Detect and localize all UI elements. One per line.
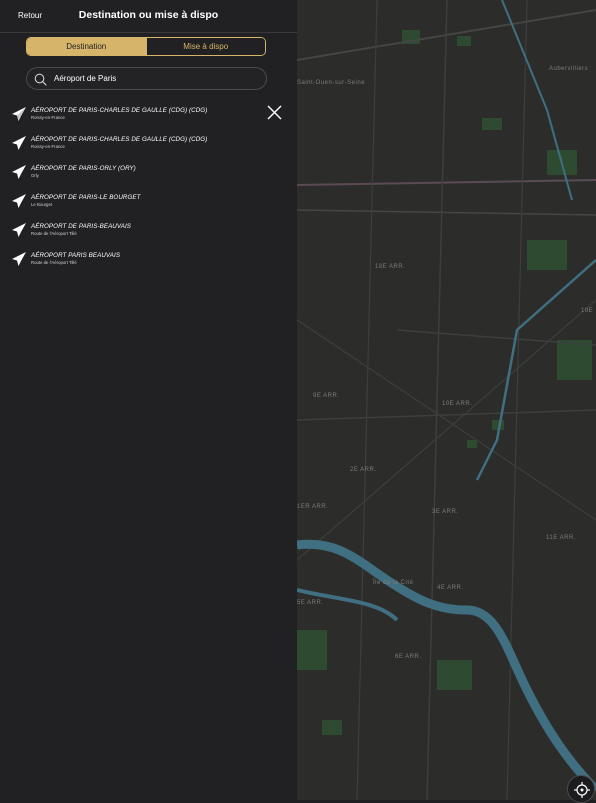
airplane-icon [12, 223, 26, 237]
search-panel: Retour Destination ou mise à dispo Desti… [0, 0, 297, 800]
map-view[interactable]: Saint-Ouen-sur-Seine Aubervilliers 18E A… [297, 0, 596, 800]
result-subtitle: Le Bourget [31, 202, 53, 207]
airplane-icon [12, 107, 26, 121]
list-item[interactable]: AÉROPORT PARIS BEAUVAIS Route de l'Aérop… [0, 247, 297, 276]
list-item[interactable]: AÉROPORT DE PARIS-LE BOURGET Le Bourget [0, 189, 297, 218]
tab-mise-a-dispo[interactable]: Mise à dispo [145, 38, 265, 55]
map-label: 18E ARR. [375, 264, 406, 270]
map-label: 4E ARR. [437, 585, 464, 591]
result-name: AÉROPORT DE PARIS-CHARLES DE GAULLE (CDG… [31, 136, 208, 143]
map-label: 1ER ARR. [297, 504, 329, 510]
page-title: Destination ou mise à dispo [78, 9, 219, 21]
list-item[interactable]: AÉROPORT DE PARIS-CHARLES DE GAULLE (CDG… [0, 131, 297, 160]
map-label: 19E [581, 308, 594, 314]
segmented-control: Destination Mise à dispo [26, 37, 266, 56]
list-item[interactable]: AÉROPORT DE PARIS-BEAUVAIS Route de l'Aé… [0, 218, 297, 247]
map-background [297, 0, 596, 800]
airplane-icon [12, 165, 26, 179]
map-label: 10E ARR. [442, 401, 473, 407]
map-label: 9E ARR. [313, 393, 340, 399]
result-name: AÉROPORT DE PARIS-ORLY (ORY) [31, 165, 136, 172]
locate-button[interactable] [567, 775, 595, 803]
map-label: 6E ARR. [395, 654, 422, 660]
map-label: Aubervilliers [549, 66, 589, 72]
result-subtitle: Roissy-en-France [31, 115, 65, 120]
header: Retour Destination ou mise à dispo [0, 0, 297, 33]
tab-destination[interactable]: Destination [27, 38, 146, 55]
list-item[interactable]: AÉROPORT DE PARIS-CHARLES DE GAULLE (CDG… [0, 102, 297, 131]
airplane-icon [12, 136, 26, 150]
search-input[interactable] [54, 71, 254, 86]
map-label: 3E ARR. [432, 509, 459, 515]
results-list: AÉROPORT DE PARIS-CHARLES DE GAULLE (CDG… [0, 102, 297, 276]
map-label: 5E ARR. [297, 600, 324, 606]
result-name: AÉROPORT DE PARIS-LE BOURGET [31, 194, 141, 201]
result-name: AÉROPORT DE PARIS-BEAUVAIS [31, 223, 132, 230]
result-subtitle: Roissy-en-France [31, 144, 65, 149]
search-field[interactable] [26, 67, 267, 90]
result-subtitle: Orly [31, 173, 39, 178]
crosshair-icon [574, 782, 590, 798]
map-label: 11E ARR. [546, 535, 576, 541]
map-label: Saint-Ouen-sur-Seine [297, 80, 366, 86]
result-name: AÉROPORT PARIS BEAUVAIS [31, 252, 121, 259]
result-subtitle: Route de l'Aéroport Tillé [31, 231, 77, 236]
search-icon [34, 73, 47, 86]
map-label: 2E ARR. [350, 467, 377, 473]
result-subtitle: Route de l'Aéroport Tillé [31, 260, 77, 265]
airplane-icon [12, 252, 26, 266]
list-item[interactable]: AÉROPORT DE PARIS-ORLY (ORY) Orly [0, 160, 297, 189]
result-name: AÉROPORT DE PARIS-CHARLES DE GAULLE (CDG… [31, 107, 208, 114]
airplane-icon [12, 194, 26, 208]
map-label: Île de la Cité [373, 580, 414, 586]
